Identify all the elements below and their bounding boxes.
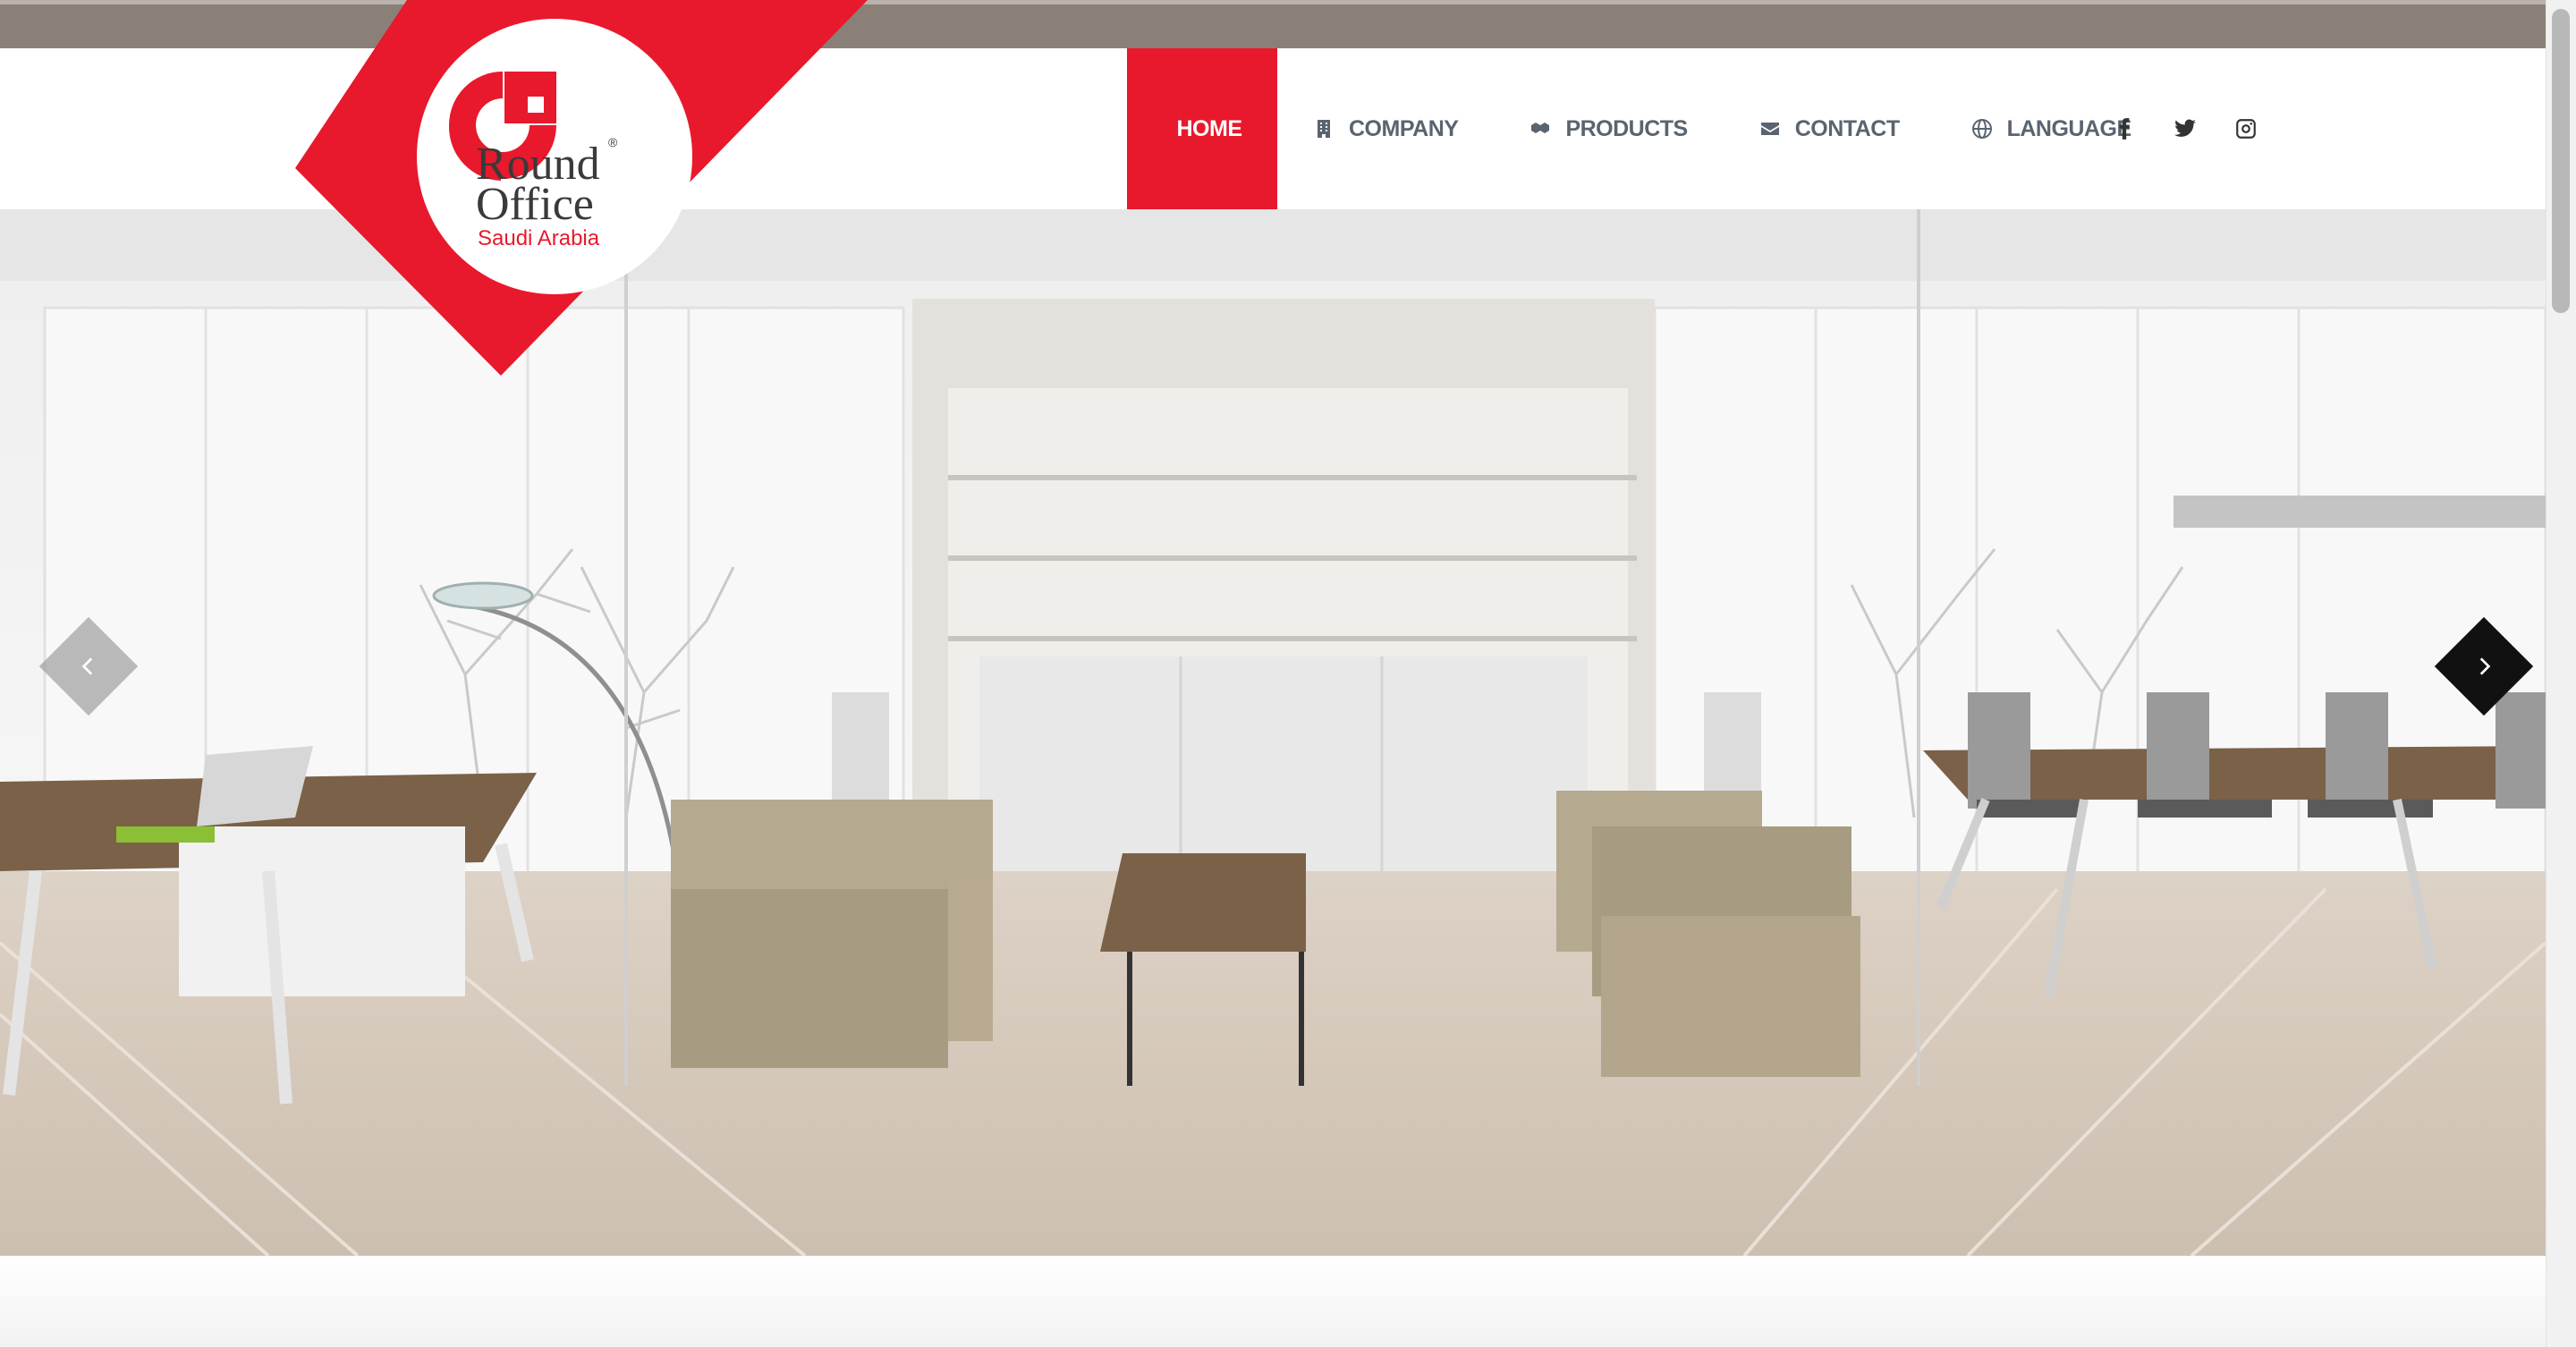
- logo-registered-mark: ®: [608, 135, 618, 149]
- logo-subtitle: Saudi Arabia: [478, 226, 600, 250]
- chevron-right-icon: [2479, 657, 2491, 675]
- cubes-icon: [1531, 123, 1550, 133]
- content-section-start: [0, 1256, 2546, 1347]
- nav-products-label: PRODUCTS: [1565, 115, 1688, 141]
- nav-contact[interactable]: CONTACT: [1724, 48, 1936, 209]
- nav-home[interactable]: HOME: [1127, 48, 1277, 209]
- slider-next-button[interactable]: [2434, 616, 2534, 716]
- chevron-left-icon: [81, 657, 93, 675]
- nav-company-label: COMPANY: [1349, 115, 1459, 141]
- envelope-icon: [1760, 123, 1779, 135]
- social-links: [2111, 48, 2259, 209]
- twitter-icon[interactable]: [2172, 115, 2199, 142]
- logo-text-office: Office: [476, 179, 594, 230]
- nav-company[interactable]: COMPANY: [1277, 48, 1494, 209]
- slider-prev-button[interactable]: [38, 616, 139, 716]
- instagram-icon[interactable]: [2233, 115, 2259, 142]
- round-office-logo[interactable]: Round ® Office Saudi Arabia: [286, 0, 894, 385]
- globe-icon: [1971, 119, 1992, 139]
- nav-products[interactable]: PRODUCTS: [1494, 48, 1723, 209]
- building-icon: [1318, 120, 1330, 138]
- main-nav: HOME COMPANY PRODUCTS CONTACT LANGUAGE: [1127, 48, 2167, 209]
- facebook-icon[interactable]: [2111, 115, 2138, 142]
- scrollbar-thumb[interactable]: [2552, 9, 2570, 313]
- nav-contact-label: CONTACT: [1794, 115, 1900, 141]
- nav-home-label: HOME: [1176, 115, 1243, 141]
